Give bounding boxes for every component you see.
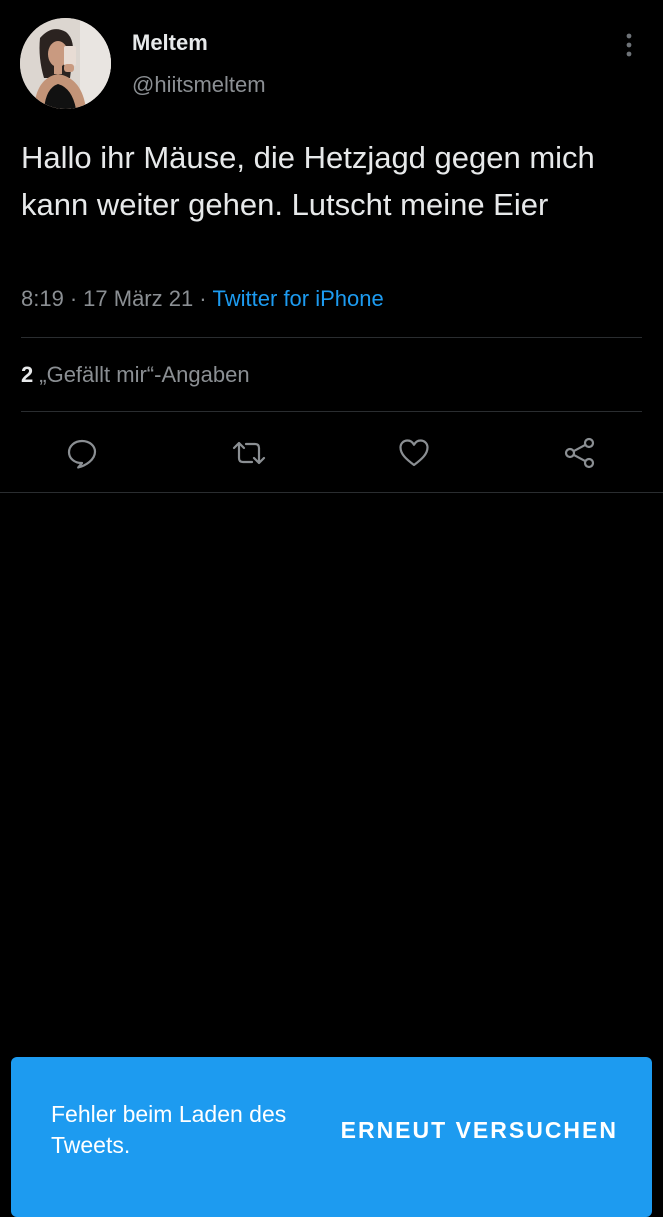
error-snackbar: Fehler beim Laden des Tweets. ERNEUT VER… xyxy=(11,1057,652,1217)
heart-icon xyxy=(399,439,429,467)
tweet-date: 17 März 21 xyxy=(83,286,194,311)
avatar[interactable] xyxy=(20,18,111,109)
reply-icon xyxy=(67,439,97,469)
share-button[interactable] xyxy=(560,433,600,473)
author-handle[interactable]: @hiitsmeltem xyxy=(132,72,266,98)
retry-button[interactable]: ERNEUT VERSUCHEN xyxy=(341,1117,618,1144)
retweet-button[interactable] xyxy=(229,433,269,473)
likes-summary[interactable]: 2 „Gefällt mir“-Angaben xyxy=(21,362,250,388)
likes-count: 2 xyxy=(21,362,34,387)
tweet-source-link[interactable]: Twitter for iPhone xyxy=(213,286,384,311)
snackbar-message: Fehler beim Laden des Tweets. xyxy=(51,1101,287,1158)
divider xyxy=(21,337,642,338)
meta-separator: · xyxy=(199,286,207,311)
author-display-name[interactable]: Meltem xyxy=(132,30,208,56)
more-vertical-icon[interactable] xyxy=(618,32,640,58)
reply-button[interactable] xyxy=(62,433,102,473)
tweet-time: 8:19 xyxy=(21,286,64,311)
retweet-icon xyxy=(232,441,266,465)
divider xyxy=(0,492,663,493)
likes-label: „Gefällt mir“-Angaben xyxy=(39,362,250,387)
meta-separator: · xyxy=(69,286,78,311)
like-button[interactable] xyxy=(394,433,434,473)
share-icon xyxy=(564,437,595,469)
tweet-meta: 8:19 · 17 März 21 · Twitter for iPhone xyxy=(21,286,384,312)
tweet-text: Hallo ihr Mäuse, die Hetzjagd gegen mich… xyxy=(21,140,595,222)
divider xyxy=(21,411,642,412)
